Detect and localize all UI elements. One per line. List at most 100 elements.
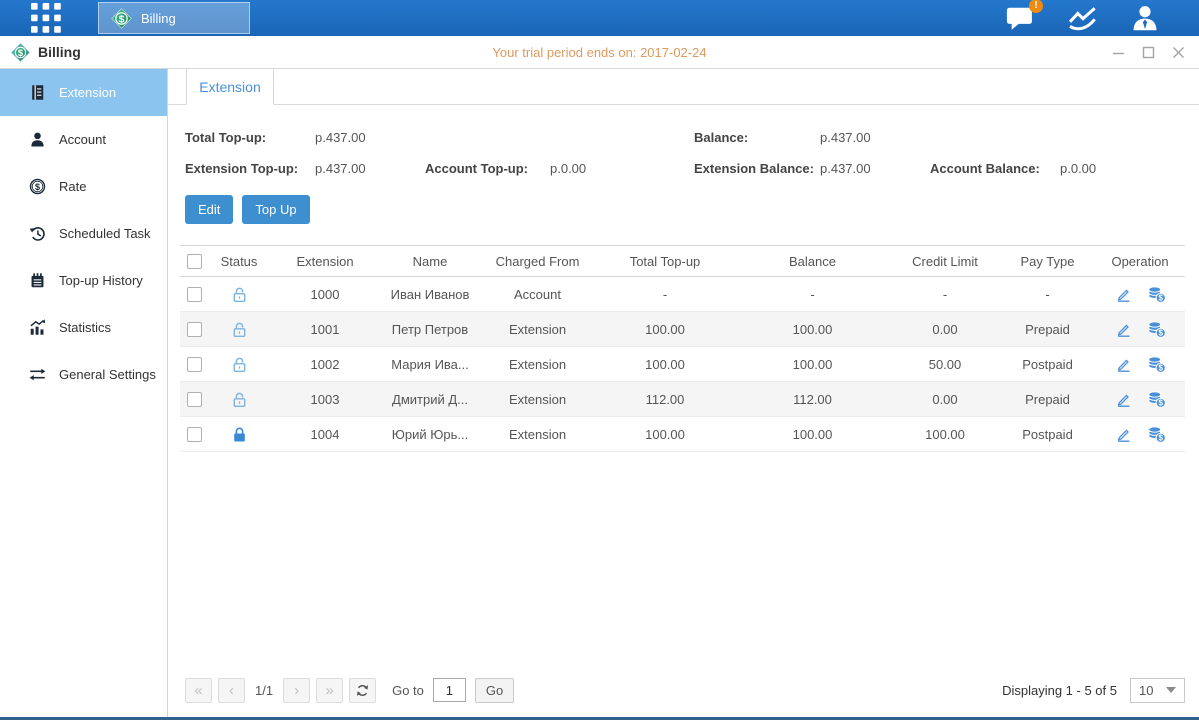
row-checkbox[interactable]	[187, 322, 202, 337]
status-lock-icon	[208, 426, 270, 443]
stat-value: p.0.00	[1060, 161, 1096, 176]
last-page-button[interactable]: »	[316, 678, 343, 703]
cell-total-topup: -	[595, 287, 735, 302]
svg-text:$: $	[119, 13, 125, 25]
messages-button[interactable]: !	[1005, 6, 1035, 31]
stat-label: Account Balance:	[930, 161, 1060, 176]
sidebar-item-label: Rate	[59, 179, 86, 194]
go-button[interactable]: Go	[475, 678, 514, 703]
billing-app-tab[interactable]: $ Billing	[98, 2, 250, 34]
sidebar-item-account[interactable]: Account	[0, 116, 167, 163]
sidebar-item-scheduled-task[interactable]: Scheduled Task	[0, 210, 167, 257]
topup-coins-icon: $	[1147, 321, 1166, 338]
row-checkbox[interactable]	[187, 287, 202, 302]
unlocked-icon	[231, 391, 248, 408]
goto-page-input[interactable]	[433, 678, 466, 702]
column-header-total-topup: Total Top-up	[595, 254, 735, 269]
cell-total-topup: 100.00	[595, 357, 735, 372]
cell-total-topup: 112.00	[595, 392, 735, 407]
column-header-name: Name	[380, 254, 480, 269]
topup-coins-icon: $	[1147, 391, 1166, 408]
cell-charged-from: Extension	[480, 427, 595, 442]
sidebar-item-general-settings[interactable]: General Settings	[0, 351, 167, 398]
summary-row-2: Extension Top-up: p.437.00 Account Top-u…	[185, 153, 1199, 184]
cell-charged-from: Account	[480, 287, 595, 302]
goto-label: Go to	[392, 683, 424, 698]
stat-label: Balance:	[694, 130, 820, 145]
cell-extension: 1002	[270, 357, 380, 372]
stat-value: p.0.00	[550, 161, 586, 176]
page-size-dropdown[interactable]: 10	[1130, 678, 1185, 703]
status-lock-icon	[208, 286, 270, 303]
cell-pay-type: Prepaid	[1000, 322, 1095, 337]
toolbar: Edit Top Up	[168, 184, 1199, 224]
select-all-checkbox[interactable]	[187, 254, 202, 269]
stat-extension-balance: Extension Balance: p.437.00	[694, 161, 930, 176]
app-launcher-grid-icon[interactable]	[31, 3, 61, 33]
unlocked-icon	[231, 321, 248, 338]
sidebar-item-label: Extension	[59, 85, 116, 100]
tab-extension[interactable]: Extension	[186, 69, 274, 105]
cell-credit-limit: 50.00	[890, 357, 1000, 372]
cell-charged-from: Extension	[480, 357, 595, 372]
row-checkbox[interactable]	[187, 427, 202, 442]
general-settings-sliders-icon	[29, 366, 46, 383]
prev-page-button[interactable]: ‹	[218, 678, 245, 703]
pagination-bar: « ‹ 1/1 › » Go to Go Displaying	[168, 673, 1199, 717]
row-edit-button[interactable]	[1115, 286, 1132, 303]
svg-text:$: $	[1158, 398, 1163, 407]
user-account-button[interactable]	[1131, 5, 1159, 31]
cell-charged-from: Extension	[480, 392, 595, 407]
row-topup-button[interactable]: $	[1147, 356, 1166, 373]
row-topup-button[interactable]: $	[1147, 426, 1166, 443]
column-header-operation: Operation	[1095, 254, 1185, 269]
displaying-text: Displaying 1 - 5 of 5	[1002, 683, 1117, 698]
row-topup-button[interactable]: $	[1147, 321, 1166, 338]
first-page-button[interactable]: «	[185, 678, 212, 703]
refresh-button[interactable]	[349, 678, 376, 703]
row-checkbox[interactable]	[187, 357, 202, 372]
sidebar-item-extension[interactable]: Extension	[0, 69, 167, 116]
edit-button[interactable]: Edit	[185, 195, 233, 224]
maximize-button[interactable]	[1142, 46, 1155, 59]
sidebar-item-topup-history[interactable]: Top-up History	[0, 257, 167, 304]
row-topup-button[interactable]: $	[1147, 286, 1166, 303]
row-edit-button[interactable]	[1115, 426, 1132, 443]
table-body: 1000 Иван Иванов Account - - - - $	[180, 277, 1185, 452]
maximize-icon	[1142, 46, 1155, 59]
cell-credit-limit: 100.00	[890, 427, 1000, 442]
cell-credit-limit: 0.00	[890, 322, 1000, 337]
cell-pay-type: Prepaid	[1000, 392, 1095, 407]
svg-text:$: $	[1158, 293, 1163, 302]
minimize-button[interactable]	[1112, 46, 1125, 59]
cell-credit-limit: -	[890, 287, 1000, 302]
window-body: Extension Account $ Rate	[0, 69, 1199, 717]
stat-extension-topup: Extension Top-up: p.437.00	[185, 161, 425, 176]
sidebar-item-rate[interactable]: $ Rate	[0, 163, 167, 210]
sidebar-item-label: General Settings	[59, 367, 156, 382]
stat-value: p.437.00	[820, 161, 871, 176]
stat-label: Total Top-up:	[185, 130, 315, 145]
rate-coin-icon: $	[29, 178, 46, 195]
next-page-button[interactable]: ›	[283, 678, 310, 703]
row-topup-button[interactable]: $	[1147, 391, 1166, 408]
stat-account-balance: Account Balance: p.0.00	[930, 161, 1096, 176]
status-lock-icon	[208, 356, 270, 373]
sidebar-item-statistics[interactable]: Statistics	[0, 304, 167, 351]
row-edit-button[interactable]	[1115, 391, 1132, 408]
billing-diamond-icon: $	[111, 8, 132, 29]
column-header-balance: Balance	[735, 254, 890, 269]
column-header-charged-from: Charged From	[480, 254, 595, 269]
reports-button[interactable]	[1067, 5, 1099, 31]
row-checkbox[interactable]	[187, 392, 202, 407]
unlocked-icon	[231, 286, 248, 303]
topup-button[interactable]: Top Up	[242, 195, 309, 224]
sidebar-item-label: Statistics	[59, 320, 111, 335]
user-icon	[1131, 5, 1159, 31]
minimize-icon	[1112, 46, 1125, 59]
close-button[interactable]	[1172, 46, 1185, 59]
cell-extension: 1003	[270, 392, 380, 407]
row-edit-button[interactable]	[1115, 321, 1132, 338]
close-icon	[1172, 46, 1185, 59]
row-edit-button[interactable]	[1115, 356, 1132, 373]
